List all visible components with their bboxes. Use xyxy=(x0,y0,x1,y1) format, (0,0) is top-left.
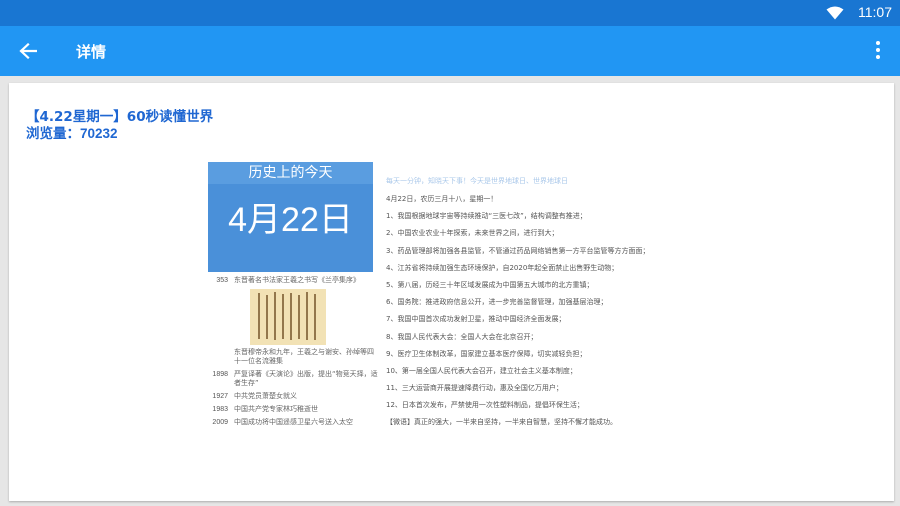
history-year: 1898 xyxy=(212,371,228,378)
history-year: 1983 xyxy=(212,406,228,413)
history-text: 严复译著《天演论》出版，提出“物竞天择，适者生存” xyxy=(234,370,378,387)
more-vert-icon xyxy=(870,41,886,59)
view-count: 浏览量：70232 xyxy=(26,122,118,142)
view-count-value: 70232 xyxy=(80,126,118,141)
history-date: 4月22日 xyxy=(228,201,353,239)
page-title: 详情 xyxy=(76,43,107,61)
news-block: 每天一分钟，知晓天下事！今天是世界地球日、世界地球日 4月22日，农历三月十八，… xyxy=(386,176,669,436)
history-item: 1898 严复译著《天演论》出版，提出“物竞天择，适者生存” xyxy=(208,370,378,388)
news-line: 1、我国根据地球宇宙等持续推动“三医七改”，结构调整有推进； xyxy=(386,212,587,221)
history-text: 东晋穆帝永和九年，王羲之与谢安、孙绰等四十一位名流雅集 xyxy=(234,348,374,365)
more-options-button[interactable] xyxy=(870,39,886,63)
news-line: 7、我国中国首次成功发射卫星，推动中国经济全面发展； xyxy=(386,315,566,324)
news-line: 9、医疗卫生体制改革，国家建立基本医疗保障，切实减轻负担； xyxy=(386,349,587,358)
calligraphy-picture xyxy=(250,289,326,345)
news-line: 12、日本首次发布，严禁使用一次性塑料制品，提倡环保生活； xyxy=(386,401,584,410)
history-year: 353 xyxy=(216,277,228,284)
news-line: 2、中国农业农业十年探索，未来世界之间，进行到大； xyxy=(386,229,559,238)
history-year: 2009 xyxy=(212,419,228,426)
view-count-label: 浏览量： xyxy=(26,126,80,142)
news-line: 5、第八届，历经三十年区域发展成为中国第五大城市的北方重镇； xyxy=(386,280,594,289)
back-arrow-icon xyxy=(19,43,37,59)
news-line: 【微语】真正的强大，一半来自坚持，一半来自智慧，坚持不懈才能成功。 xyxy=(386,418,617,427)
news-heading: 每天一分钟，知晓天下事！今天是世界地球日、世界地球日 xyxy=(386,177,568,185)
status-time: 11:07 xyxy=(858,4,892,20)
app-bar: 详情 xyxy=(0,26,900,76)
history-title: 历史上的今天 xyxy=(208,162,373,184)
history-year: 1927 xyxy=(212,393,228,400)
history-header: 历史上的今天 4月22日 xyxy=(208,162,373,272)
history-item: 2009 中国成功将中国遥感卫星六号送入太空 xyxy=(208,418,378,427)
news-line: 6、国务院：推进政府信息公开，进一步完善监督管理，加强基层治理； xyxy=(386,298,608,307)
news-line: 3、药品管理部将加强各县监管，不管通过药品网络销售第一方平台监管等方方面面； xyxy=(386,246,650,255)
news-line: 4、江苏省将持续加强生态环境保护，自2020年起全面禁止出售野生动物； xyxy=(386,263,619,272)
history-text: 中共党员萧楚女就义 xyxy=(234,392,297,400)
history-list: 353 东晋著名书法家王羲之书写《兰亭集序》 东晋穆帝永和九年，王羲之与谢安、孙… xyxy=(208,276,378,431)
news-line: 11、三大运营商开展提速降费行动，惠及全国亿万用户； xyxy=(386,384,563,393)
article-image[interactable]: 历史上的今天 4月22日 353 东晋著名书法家王羲之书写《兰亭集序》 东晋穆帝… xyxy=(208,162,669,472)
back-button[interactable] xyxy=(14,38,42,64)
wifi-icon xyxy=(826,6,844,20)
history-item: 1983 中国共产党专家林巧稚逝世 xyxy=(208,405,378,414)
history-item: 东晋穆帝永和九年，王羲之与谢安、孙绰等四十一位名流雅集 xyxy=(208,348,378,366)
news-line: 10、第一届全国人民代表大会召开，建立社会主义基本制度； xyxy=(386,366,577,375)
history-text: 中国共产党专家林巧稚逝世 xyxy=(234,405,318,413)
news-line: 4月22日，农历三月十八，星期一！ xyxy=(386,195,498,203)
history-item: 353 东晋著名书法家王羲之书写《兰亭集序》 xyxy=(208,276,378,285)
history-text: 东晋著名书法家王羲之书写《兰亭集序》 xyxy=(234,276,360,284)
history-item: 1927 中共党员萧楚女就义 xyxy=(208,392,378,401)
status-bar: 11:07 xyxy=(0,0,900,26)
article-card: 【4.22星期一】60秒读懂世界 浏览量：70232 历史上的今天 4月22日 … xyxy=(9,83,894,501)
history-text: 中国成功将中国遥感卫星六号送入太空 xyxy=(234,418,353,426)
history-year xyxy=(208,348,234,366)
news-line: 8、我国人民代表大会：全国人大会在北京召开； xyxy=(386,332,538,341)
